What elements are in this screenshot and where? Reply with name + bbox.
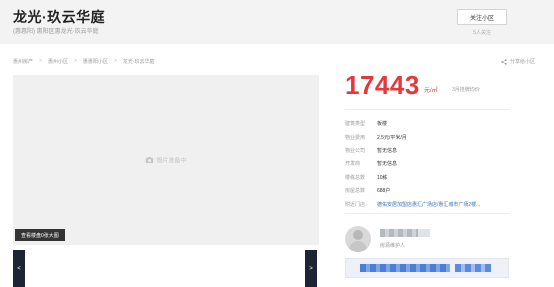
agent-name-blurred-tail (418, 229, 430, 237)
share-label: 分享给小区 (509, 59, 535, 65)
gallery-prev-button[interactable]: < (13, 250, 25, 287)
info-label: 开发商 (345, 161, 361, 168)
breadcrumb-item-current: 龙光·玖云华庭 (122, 59, 155, 65)
info-row-property-fee: 物业费用 2.5元/平米/月 (345, 130, 515, 143)
breadcrumb-item[interactable]: 惠惠阳小区 (83, 58, 108, 65)
share-icon (501, 58, 507, 65)
info-label: 物业公司 (345, 147, 366, 154)
breadcrumb-item[interactable]: 惠州小区 (48, 58, 68, 65)
divider (345, 109, 509, 110)
page-title: 龙光·玖云华庭 (13, 9, 106, 25)
community-address: (惠惠阳) 惠阳区惠龙光·玖云华庭 (13, 29, 99, 35)
nearby-store-link[interactable]: 德佑安居加盟店惠汇广场店/惠汇城市广场2楼... (377, 201, 480, 208)
info-row-property-company: 物业公司 暂无信息 (345, 144, 515, 157)
breadcrumb: 惠州房产 > 惠州小区 > 惠惠阳小区 > 龙光·玖云华庭 (13, 58, 154, 65)
info-value: 暂无信息 (377, 161, 398, 168)
info-value: 板楼 (377, 121, 388, 128)
follow-button[interactable]: 关注小区 (457, 9, 507, 25)
breadcrumb-item[interactable]: 惠州房产 (13, 58, 33, 65)
info-label: 楼栋总数 (345, 174, 366, 181)
photo-placeholder: 图片准备中 (145, 156, 187, 165)
divider (345, 213, 509, 214)
price-unit: 元/㎡ (424, 88, 438, 94)
info-label: 物业费用 (345, 134, 366, 141)
breadcrumb-separator: > (113, 58, 117, 64)
info-value: 2.5元/平米/月 (377, 134, 407, 141)
info-row-building-type: 建筑类型 板楼 (345, 117, 515, 130)
price-period: 3月挂牌均价 (452, 87, 480, 93)
info-row-nearby-store: 附近门店 德佑安居加盟店惠汇广场店/惠汇城市广场2楼... (345, 197, 515, 210)
info-value: 688户 (377, 188, 391, 195)
view-all-photos-button[interactable]: 查看楼盘0张大图 (15, 229, 65, 241)
photo-gallery[interactable]: 图片准备中 (13, 75, 319, 245)
info-row-household-count: 房屋总数 688户 (345, 184, 515, 197)
info-label: 附近门店 (345, 201, 366, 208)
avatar-head (353, 230, 363, 240)
community-info-list: 建筑类型 板楼 物业费用 2.5元/平米/月 物业公司 暂无信息 开发商 暂无信… (345, 117, 515, 211)
community-header: 龙光·玖云华庭 (惠惠阳) 惠阳区惠龙光·玖云华庭 关注小区 5人关注 (0, 0, 554, 44)
share-button[interactable]: 分享给小区 (501, 58, 535, 65)
gallery-next-button[interactable]: > (305, 250, 317, 287)
average-price: 17443 (345, 70, 420, 100)
breadcrumb-separator: > (39, 58, 42, 64)
camera-icon (145, 157, 154, 163)
info-label: 建筑类型 (345, 121, 366, 128)
info-row-building-count: 楼栋总数 10栋 (345, 171, 515, 184)
agent-role: 房源维护人 (380, 243, 406, 249)
phone-number-blurred (360, 264, 450, 272)
phone-number-blurred-tail (455, 264, 491, 272)
info-label: 房屋总数 (345, 188, 366, 195)
breadcrumb-separator: > (73, 58, 77, 64)
follow-count: 5人关注 (473, 30, 491, 36)
info-row-developer: 开发商 暂无信息 (345, 157, 515, 170)
placeholder-text: 图片准备中 (156, 158, 187, 165)
avatar-body (349, 241, 367, 252)
info-value: 暂无信息 (377, 147, 398, 154)
info-value: 10栋 (377, 174, 388, 181)
avatar[interactable] (345, 226, 371, 252)
